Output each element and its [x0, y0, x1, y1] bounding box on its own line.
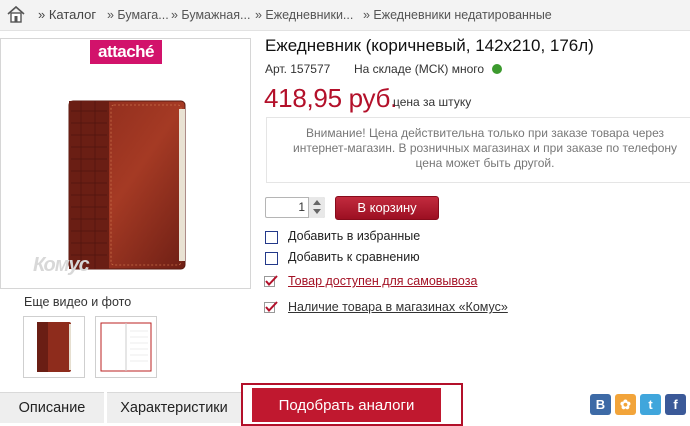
quantity-input[interactable]: 1	[265, 200, 305, 214]
brand-logo: attaché	[90, 40, 162, 64]
breadcrumb-diaries[interactable]: » Ежедневники...	[255, 8, 353, 22]
compare-label[interactable]: Добавить к сравнению	[288, 250, 420, 264]
thumbnail-cover[interactable]	[23, 316, 85, 378]
tab-characteristics[interactable]: Характеристики	[107, 392, 241, 423]
diary-image	[68, 100, 186, 270]
breadcrumb: » Каталог » Бумага... » Бумажная... » Еж…	[0, 0, 690, 31]
home-icon[interactable]	[6, 5, 26, 23]
add-to-cart-button[interactable]: В корзину	[335, 196, 439, 220]
compare-checkbox[interactable]	[265, 252, 278, 265]
thumbnail-open[interactable]	[95, 316, 157, 378]
price-notice: Внимание! Цена действительна только при …	[293, 126, 677, 170]
twitter-icon[interactable]: t	[640, 394, 661, 415]
stores-link[interactable]: Наличие товара в магазинах «Комус»	[288, 300, 508, 314]
favorites-checkbox[interactable]	[265, 231, 278, 244]
spinner-down-icon[interactable]	[313, 209, 321, 214]
pickup-link[interactable]: Товар доступен для самовывоза	[288, 274, 477, 288]
quantity-spinner[interactable]	[308, 197, 325, 218]
breadcrumb-catalog[interactable]: » Каталог	[38, 7, 96, 22]
odnoklassniki-icon[interactable]: ✿	[615, 394, 636, 415]
tab-description[interactable]: Описание	[0, 392, 104, 423]
spinner-up-icon[interactable]	[313, 200, 321, 205]
thumbnail-cover-image	[37, 322, 71, 372]
breadcrumb-undated-diaries[interactable]: » Ежедневники недатированные	[363, 8, 552, 22]
price: 418,95 руб.	[264, 83, 398, 113]
thumbnail-open-image	[100, 322, 152, 372]
stores-check-icon	[264, 301, 278, 313]
vk-icon[interactable]: В	[590, 394, 611, 415]
pickup-check-icon	[264, 275, 278, 287]
product-image[interactable]: attaché Комус	[0, 38, 251, 289]
facebook-icon[interactable]: f	[665, 394, 686, 415]
tab-analogs[interactable]: Подобрать аналоги	[252, 388, 441, 422]
price-unit: цена за штуку	[393, 95, 472, 109]
breadcrumb-paper-products[interactable]: » Бумажная...	[171, 8, 250, 22]
stock-status: На складе (МСК) много	[354, 62, 485, 76]
product-title: Ежедневник (коричневый, 142х210, 176л)	[265, 36, 594, 55]
watermark: Комус	[33, 254, 90, 276]
breadcrumb-paper[interactable]: » Бумага...	[107, 8, 169, 22]
article-number: Арт. 157577	[265, 62, 331, 76]
stock-indicator-icon	[492, 64, 502, 74]
favorites-label[interactable]: Добавить в избранные	[288, 229, 420, 243]
more-media-label: Еще видео и фото	[24, 295, 132, 309]
